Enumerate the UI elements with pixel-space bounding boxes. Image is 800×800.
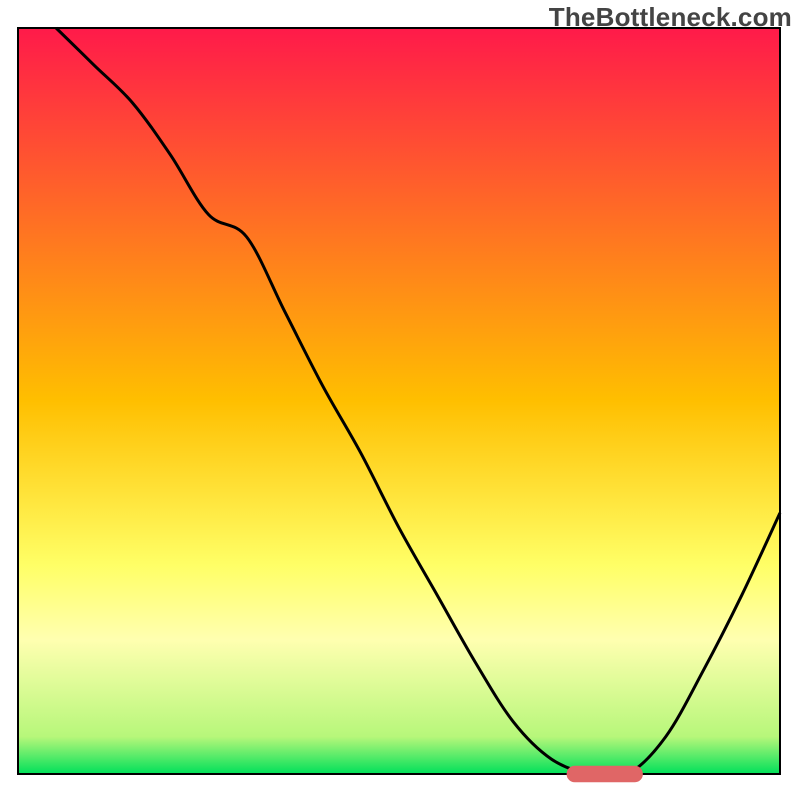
chart-container: TheBottleneck.com [0, 0, 800, 800]
watermark-text: TheBottleneck.com [549, 2, 792, 33]
optimal-range-marker [567, 766, 643, 782]
bottleneck-chart [0, 0, 800, 800]
plot-background [18, 28, 780, 774]
